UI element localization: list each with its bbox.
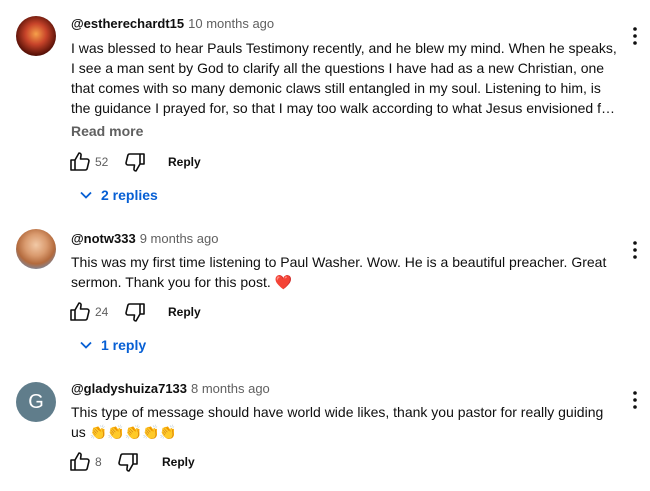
comment-line: that comes with so many demonic claws st…: [71, 80, 601, 96]
replies-label: 2 replies: [101, 187, 158, 203]
heart-emoji: ❤️: [274, 274, 293, 290]
comment-line-text: sermon. Thank you for this post.: [71, 274, 271, 290]
comment-line: us 👏👏👏👏👏: [71, 422, 611, 442]
comment-line-text: us: [71, 424, 86, 440]
timestamp[interactable]: 8 months ago: [191, 381, 270, 396]
dislike-icon[interactable]: [123, 300, 147, 324]
author-name[interactable]: @notw333: [71, 231, 136, 246]
dislike-icon[interactable]: [116, 450, 140, 474]
like-count: 8: [95, 455, 102, 469]
timestamp[interactable]: 10 months ago: [188, 16, 274, 31]
author-name[interactable]: @gladyshuiza7133: [71, 381, 187, 396]
like-count: 52: [95, 155, 109, 169]
clap-emoji: 👏👏👏👏👏: [89, 424, 177, 440]
comment-line: I see a man sent by God to clarify all t…: [71, 60, 605, 76]
reply-button[interactable]: Reply: [162, 450, 195, 474]
comment-line: the guidance I prayed for, so that I may…: [71, 100, 615, 116]
like-count: 24: [95, 305, 109, 319]
timestamp[interactable]: 9 months ago: [140, 231, 219, 246]
comment-text: I was blessed to hear Pauls Testimony re…: [71, 38, 617, 118]
comment-text: This type of message should have world w…: [71, 402, 611, 442]
dislike-icon[interactable]: [123, 150, 147, 174]
reply-button[interactable]: Reply: [168, 150, 201, 174]
author-name[interactable]: @estherechardt15: [71, 16, 184, 31]
comment-line: This type of message should have world w…: [71, 404, 604, 420]
comment-header: @notw333 9 months ago: [71, 230, 218, 248]
avatar[interactable]: [16, 229, 56, 269]
comment-header: @estherechardt15 10 months ago: [71, 15, 274, 33]
avatar[interactable]: G: [16, 382, 56, 422]
like-icon[interactable]: [68, 450, 92, 474]
chevron-down-icon: [80, 191, 92, 199]
read-more-link[interactable]: Read more: [71, 123, 143, 139]
comment-text: This was my first time listening to Paul…: [71, 252, 611, 292]
comment-header: @gladyshuiza7133 8 months ago: [71, 380, 270, 398]
like-icon[interactable]: [68, 300, 92, 324]
more-actions-icon[interactable]: [628, 240, 642, 260]
comment-line: sermon. Thank you for this post. ❤️: [71, 272, 611, 292]
replies-label: 1 reply: [101, 337, 147, 353]
comment-line: I was blessed to hear Pauls Testimony re…: [71, 40, 617, 56]
more-actions-icon[interactable]: [628, 26, 642, 46]
chevron-down-icon: [80, 341, 92, 349]
avatar[interactable]: [16, 16, 56, 56]
like-icon[interactable]: [68, 150, 92, 174]
reply-button[interactable]: Reply: [168, 300, 201, 324]
more-actions-icon[interactable]: [628, 390, 642, 410]
comment-line: This was my first time listening to Paul…: [71, 254, 607, 270]
